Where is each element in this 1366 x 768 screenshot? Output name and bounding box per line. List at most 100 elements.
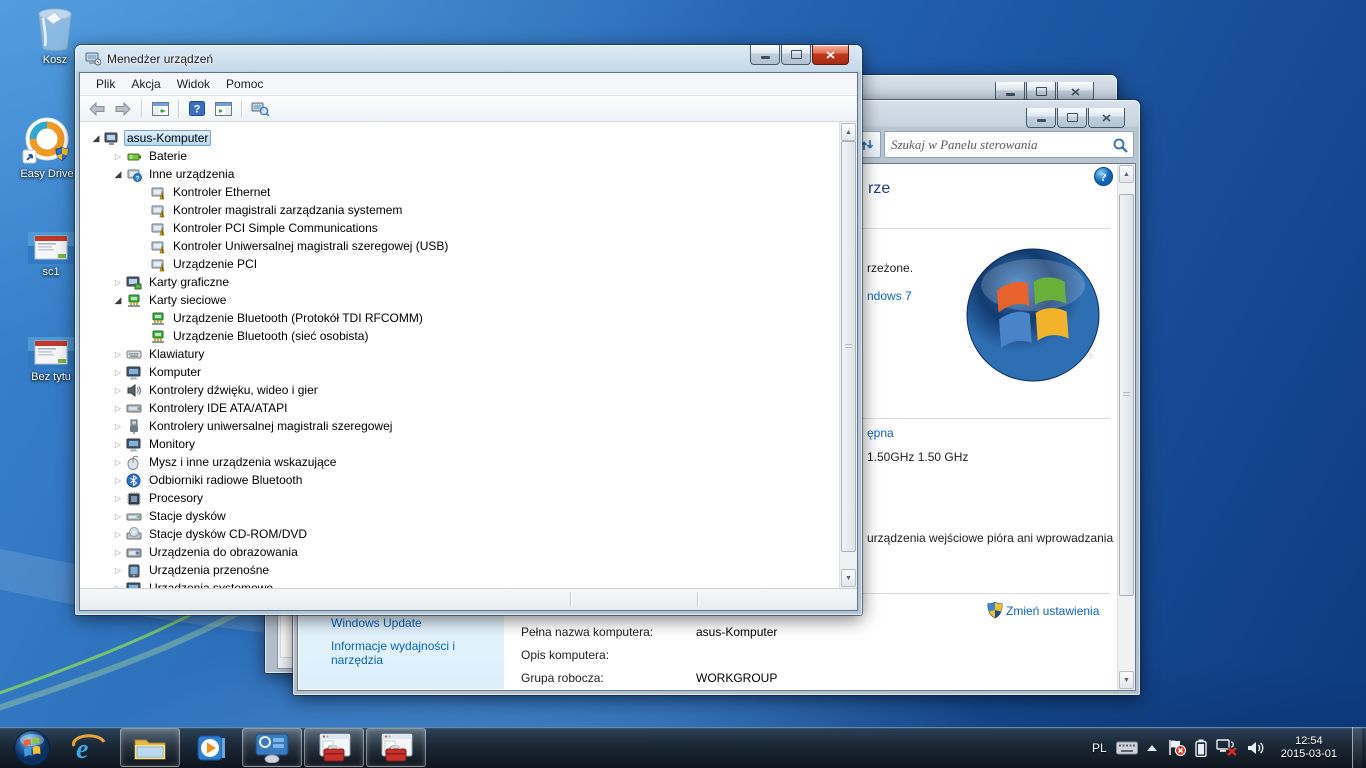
device-tree-label: Monitory <box>149 437 196 451</box>
device-tree-item[interactable]: Urządzenie Bluetooth (sieć osobista) <box>80 327 840 345</box>
maximize-button[interactable] <box>1026 82 1056 102</box>
expand-arrow-icon[interactable]: ▷ <box>112 530 124 539</box>
minimize-button[interactable] <box>1026 108 1056 128</box>
battery-icon[interactable] <box>1195 739 1207 757</box>
taskbar-clock[interactable]: 12:54 2015-03-01 <box>1275 735 1343 761</box>
expand-arrow-icon[interactable]: ▷ <box>112 404 124 413</box>
ide-device-icon <box>126 401 142 416</box>
search-input[interactable] <box>885 136 1111 153</box>
device-tree-item[interactable]: Kontroler Ethernet <box>80 183 840 201</box>
windows7-link-fragment[interactable]: ndows 7 <box>867 289 912 303</box>
device-manager-window[interactable]: Menedżer urządzeń PlikAkcjaWidokPomoc <box>75 45 862 615</box>
device-tree-item[interactable]: ▷ Urządzenia systemowe <box>80 579 840 588</box>
device-tree-item[interactable]: ◢ asus-Komputer <box>80 129 840 147</box>
taskbar-button-control-panel[interactable] <box>242 728 302 767</box>
device-tree-item[interactable]: ▷ Urządzenia do obrazowania <box>80 543 840 561</box>
expand-arrow-icon[interactable]: ▷ <box>112 548 124 557</box>
maximize-button[interactable] <box>1057 108 1087 128</box>
taskbar-button-wmp[interactable] <box>182 729 240 766</box>
device-tree-item[interactable]: ◢? Inne urządzenia <box>80 165 840 183</box>
language-indicator[interactable]: PL <box>1092 741 1107 755</box>
system-scrollbar[interactable]: ▲ ▼ <box>1117 164 1135 690</box>
expand-arrow-icon[interactable]: ▷ <box>112 386 124 395</box>
maximize-button[interactable] <box>781 45 811 65</box>
control-panel-search[interactable] <box>884 131 1134 158</box>
device-tree-item[interactable]: ▷ Odbiorniki radiowe Bluetooth <box>80 471 840 489</box>
close-button[interactable] <box>1088 108 1125 128</box>
expand-arrow-icon[interactable]: ▷ <box>112 422 124 431</box>
device-tree-item[interactable]: ▷ Stacje dysków <box>80 507 840 525</box>
device-tree-item[interactable]: ◢ Karty sieciowe <box>80 291 840 309</box>
menu-item-widok[interactable]: Widok <box>169 75 218 93</box>
device-tree-item[interactable]: Urządzenie Bluetooth (Protokół TDI RFCOM… <box>80 309 840 327</box>
expand-arrow-icon[interactable]: ▷ <box>112 350 124 359</box>
expand-arrow-icon[interactable]: ▷ <box>112 512 124 521</box>
device-tree-item[interactable]: ▷ Klawiatury <box>80 345 840 363</box>
close-button[interactable] <box>1057 82 1094 102</box>
show-desktop-button[interactable] <box>1352 727 1362 768</box>
help-button[interactable]: ? <box>186 99 208 119</box>
network-error-icon[interactable] <box>1216 739 1238 756</box>
warn-device-icon <box>150 239 166 254</box>
expand-arrow-icon[interactable]: ▷ <box>112 368 124 377</box>
menu-item-pomoc[interactable]: Pomoc <box>218 75 271 93</box>
device-tree-item[interactable]: ▷ Baterie <box>80 147 840 165</box>
forward-button[interactable] <box>112 99 134 119</box>
minimize-button[interactable] <box>750 45 780 65</box>
device-tree-item[interactable]: ▷ Karty graficzne <box>80 273 840 291</box>
volume-icon[interactable] <box>1247 740 1266 756</box>
expand-arrow-icon[interactable]: ▷ <box>112 278 124 287</box>
device-tree-item[interactable]: ▷ Kontrolery dźwięku, wideo i gier <box>80 381 840 399</box>
menu-item-akcja[interactable]: Akcja <box>123 75 168 93</box>
collapse-arrow-icon[interactable]: ◢ <box>112 295 124 306</box>
keyboard-layout-icon[interactable] <box>1115 741 1138 755</box>
change-settings[interactable]: Zmień ustawienia <box>987 602 1099 619</box>
rating-link-fragment[interactable]: ępna <box>867 426 894 440</box>
device-tree-item[interactable]: ▷ Mysz i inne urządzenia wskazujące <box>80 453 840 471</box>
action-center-icon[interactable] <box>1166 739 1186 756</box>
device-tree-item[interactable]: ▷ Kontrolery uniwersalnej magistrali szer… <box>80 417 840 435</box>
show-hidden-icons[interactable] <box>1146 744 1157 751</box>
close-button[interactable] <box>812 45 849 65</box>
tree-scrollbar[interactable]: ▲ ▼ <box>839 122 857 588</box>
device-tree-item[interactable]: ▷ Komputer <box>80 363 840 381</box>
refresh-icon <box>860 139 874 150</box>
device-tree-item[interactable]: ▷ Kontrolery IDE ATA/ATAPI <box>80 399 840 417</box>
taskbar-button-explorer[interactable] <box>120 728 180 767</box>
scroll-up-button[interactable]: ▲ <box>841 123 856 141</box>
show-action-pane-icon[interactable] <box>212 99 234 119</box>
scroll-up-button[interactable]: ▲ <box>1119 165 1134 183</box>
expand-arrow-icon[interactable]: ▷ <box>112 440 124 449</box>
scroll-down-button[interactable]: ▼ <box>841 569 856 587</box>
device-tree-item[interactable]: ▷ Procesory <box>80 489 840 507</box>
taskbar-button-toolbox[interactable] <box>366 728 426 767</box>
expand-arrow-icon[interactable]: ▷ <box>112 152 124 161</box>
start-button[interactable] <box>6 729 58 766</box>
collapse-arrow-icon[interactable]: ◢ <box>112 169 124 180</box>
console-tree-icon[interactable] <box>149 99 171 119</box>
taskbar-button-toolbox[interactable] <box>304 728 364 767</box>
expand-arrow-icon[interactable]: ▷ <box>112 494 124 503</box>
menu-item-plik[interactable]: Plik <box>88 75 123 93</box>
back-button[interactable] <box>86 99 108 119</box>
device-tree-item[interactable]: Urządzenie PCI <box>80 255 840 273</box>
device-tree-item[interactable]: Kontroler PCI Simple Communications <box>80 219 840 237</box>
expand-arrow-icon[interactable]: ▷ <box>112 458 124 467</box>
collapse-arrow-icon[interactable]: ◢ <box>90 133 102 144</box>
help-icon[interactable]: ? <box>1094 167 1113 191</box>
device-tree-item[interactable]: Kontroler magistrali zarządzania systeme… <box>80 201 840 219</box>
minimize-button[interactable] <box>995 82 1025 102</box>
scroll-thumb[interactable] <box>1119 194 1134 596</box>
device-tree-item[interactable]: ▷ Monitory <box>80 435 840 453</box>
taskbar-button-ie[interactable]: e <box>60 729 118 766</box>
performance-tools-link[interactable]: Informacje wydajności i narzędzia <box>331 639 481 667</box>
device-tree-item[interactable]: ▷ Urządzenia przenośne <box>80 561 840 579</box>
windows-update-link[interactable]: Windows Update <box>331 616 481 630</box>
device-tree-item[interactable]: ▷ Stacje dysków CD-ROM/DVD <box>80 525 840 543</box>
expand-arrow-icon[interactable]: ▷ <box>112 476 124 485</box>
expand-arrow-icon[interactable]: ▷ <box>112 566 124 575</box>
scroll-thumb[interactable] <box>841 141 856 552</box>
device-tree-item[interactable]: Kontroler Uniwersalnej magistrali szereg… <box>80 237 840 255</box>
scroll-down-button[interactable]: ▼ <box>1119 671 1134 689</box>
scan-hardware-icon[interactable] <box>249 99 271 119</box>
